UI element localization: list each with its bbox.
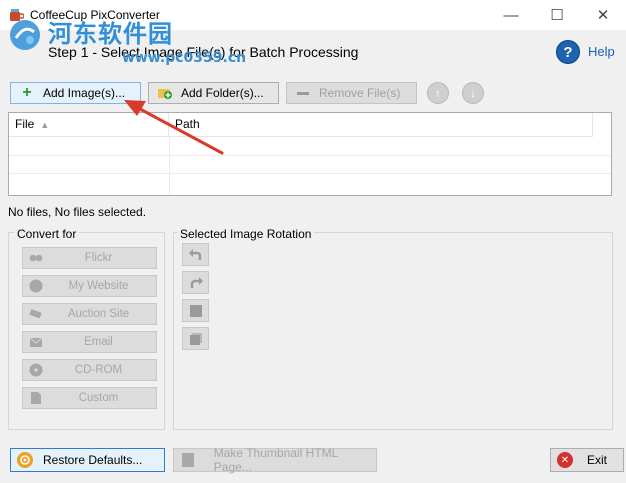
email-icon	[29, 337, 43, 347]
watermark-site-name: 河东软件园	[48, 20, 173, 48]
help-icon[interactable]: ?	[556, 40, 580, 64]
restore-defaults-label: Restore Defaults...	[43, 453, 143, 467]
convert-email-button[interactable]: Email	[22, 331, 157, 353]
move-up-button[interactable]: ↑	[427, 82, 449, 104]
table-row-divider	[9, 173, 611, 174]
close-button[interactable]: ✕	[580, 0, 626, 30]
minimize-button[interactable]: —	[488, 0, 534, 30]
column-header-path-label: Path	[175, 117, 200, 131]
rotate-left-button[interactable]	[182, 243, 209, 266]
rotate-left-icon	[188, 248, 201, 260]
document-icon	[31, 392, 41, 404]
image-rotation-title: Selected Image Rotation	[177, 227, 315, 241]
convert-my-website-button[interactable]: My Website	[22, 275, 157, 297]
move-down-button[interactable]: ↓	[462, 82, 484, 104]
gavel-icon	[29, 309, 42, 319]
reset-icon	[17, 452, 33, 468]
globe-icon	[29, 279, 43, 293]
sort-ascending-icon: ▲	[40, 120, 50, 130]
restore-defaults-button[interactable]: Restore Defaults...	[10, 448, 165, 472]
make-thumbnail-page-button[interactable]: Make Thumbnail HTML Page...	[173, 446, 377, 474]
html-page-icon	[182, 453, 194, 467]
watermark-url: www.pc0359.cn	[122, 50, 247, 66]
column-header-file[interactable]: File ▲	[9, 113, 169, 137]
file-list-table[interactable]: File ▲ Path	[8, 112, 612, 196]
add-folder-label: Add Folder(s)...	[181, 86, 264, 100]
convert-cd-rom-button[interactable]: CD-ROM	[22, 359, 157, 381]
table-column-divider	[169, 137, 170, 195]
convert-custom-button[interactable]: Custom	[22, 387, 157, 409]
maximize-button[interactable]: ☐	[534, 0, 580, 30]
plus-icon: +	[22, 84, 32, 101]
arrow-up-icon: ↑	[435, 86, 441, 100]
rotate-right-icon	[190, 276, 203, 288]
rotate-none-button[interactable]	[182, 299, 209, 322]
exit-icon: ✕	[557, 452, 573, 468]
convert-auction-site-button[interactable]: Auction Site	[22, 303, 157, 325]
add-folder-icon	[157, 85, 173, 101]
status-text: No files, No files selected.	[8, 205, 147, 219]
add-images-button[interactable]: + Add Image(s)...	[10, 82, 141, 104]
image-rotation-group	[173, 232, 613, 430]
convert-flickr-button[interactable]: Flickr	[22, 247, 157, 269]
rotate-right-button[interactable]	[182, 271, 209, 294]
column-header-file-label: File	[15, 117, 35, 131]
copy-icon	[189, 332, 202, 345]
flickr-icon	[29, 254, 43, 262]
rotate-copy-button[interactable]	[182, 327, 209, 350]
convert-for-title: Convert for	[14, 227, 80, 241]
minus-icon	[295, 85, 311, 101]
table-row-divider	[9, 155, 611, 156]
column-header-path[interactable]: Path	[169, 113, 593, 137]
arrow-down-icon: ↓	[470, 86, 476, 100]
help-link[interactable]: Help	[588, 44, 615, 59]
remove-files-label: Remove File(s)	[319, 86, 401, 100]
square-icon	[189, 304, 202, 317]
exit-button[interactable]: ✕ Exit	[550, 448, 624, 472]
watermark-logo	[10, 20, 40, 50]
add-folder-button[interactable]: Add Folder(s)...	[148, 82, 279, 104]
exit-label: Exit	[587, 453, 608, 467]
add-images-label: Add Image(s)...	[43, 86, 126, 100]
remove-files-button[interactable]: Remove File(s)	[286, 82, 417, 104]
make-thumbnail-page-label: Make Thumbnail HTML Page...	[213, 446, 338, 474]
cd-icon	[29, 363, 43, 377]
